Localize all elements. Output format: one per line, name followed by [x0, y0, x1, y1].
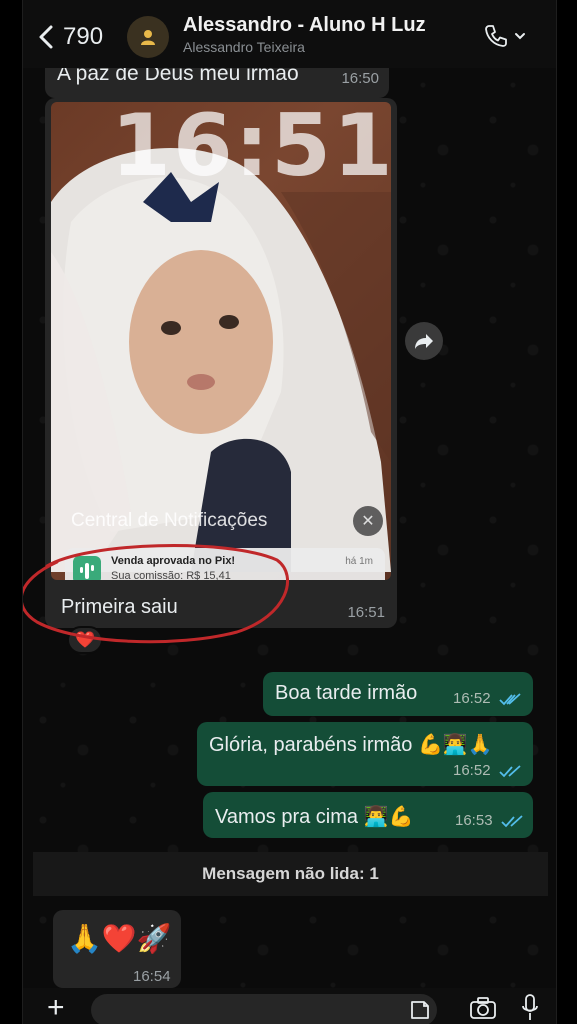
chevron-down-icon: [515, 33, 525, 40]
message-time: 16:52: [453, 762, 491, 779]
notification-time: há 1m: [345, 556, 373, 567]
outgoing-message[interactable]: Boa tarde irmão 16:52: [263, 672, 533, 716]
message-time: 16:53: [455, 812, 493, 829]
person-icon: [141, 30, 155, 45]
camera-icon[interactable]: [469, 996, 497, 1020]
emoji-message: 🙏❤️🚀: [67, 923, 172, 954]
heart-reaction[interactable]: ❤️: [67, 626, 103, 654]
notification-center-label: Central de Notificações: [71, 510, 268, 531]
close-icon: ✕: [353, 506, 383, 536]
image-message[interactable]: 16:51 Central de Notificações ✕ Venda ap…: [45, 98, 397, 628]
read-ticks-icon: [499, 765, 521, 778]
unread-divider: Mensagem não lida: 1: [33, 852, 548, 896]
image-caption: Primeira saiu: [61, 596, 178, 618]
baby-photo-illustration: [51, 148, 391, 572]
unread-label: Mensagem não lida: 1: [202, 864, 379, 883]
outgoing-message[interactable]: Glória, parabéns irmão 💪👨‍💻🙏 16:52: [197, 722, 533, 786]
forward-icon: [415, 334, 433, 349]
outgoing-message[interactable]: Vamos pra cima 👨‍💻💪 16:53: [203, 792, 533, 838]
contact-info[interactable]: Alessandro - Aluno H Luz Alessandro Teix…: [183, 14, 426, 55]
message-text: Boa tarde irmão: [275, 682, 418, 704]
message-time: 16:52: [453, 690, 491, 707]
read-ticks-icon: [499, 693, 521, 706]
contact-name: Alessandro - Aluno H Luz: [183, 14, 426, 36]
call-button[interactable]: [483, 22, 543, 50]
microphone-icon[interactable]: [521, 994, 539, 1022]
plus-icon[interactable]: +: [47, 993, 75, 1023]
avatar[interactable]: [127, 16, 169, 58]
read-ticks-icon: [501, 815, 523, 828]
chevron-left-icon: [39, 25, 53, 49]
cactus-icon: [73, 556, 101, 580]
notification-card: Venda aprovada no Pix! Sua comissão: R$ …: [65, 548, 385, 580]
forward-button[interactable]: [405, 322, 443, 360]
message-time: 16:50: [341, 70, 379, 87]
notification-title: Venda aprovada no Pix!: [111, 555, 236, 567]
sticker-icon[interactable]: [409, 999, 431, 1021]
screenshot-photo[interactable]: 16:51 Central de Notificações ✕ Venda ap…: [51, 102, 391, 580]
incoming-message[interactable]: 🙏❤️🚀 16:54: [53, 910, 181, 988]
phone-icon: [485, 25, 507, 47]
contact-subtitle: Alessandro Teixeira: [183, 39, 305, 55]
back-button[interactable]: 790: [37, 20, 127, 54]
lockscreen-clock: 16:51: [111, 102, 391, 196]
message-text: Glória, parabéns irmão 💪👨‍💻🙏: [209, 734, 493, 756]
message-input[interactable]: [91, 994, 437, 1024]
message-time: 16:51: [347, 604, 385, 621]
chat-frame: 790 Alessandro - Aluno H Luz Alessandro …: [22, 0, 557, 1024]
notification-body: Sua comissão: R$ 15,41: [111, 570, 231, 580]
message-time: 16:54: [133, 968, 171, 985]
message-text: Vamos pra cima 👨‍💻💪: [215, 806, 414, 828]
chat-header: 790 Alessandro - Aluno H Luz Alessandro …: [23, 0, 556, 68]
unread-chats-count: 790: [63, 23, 104, 50]
message-composer: +: [23, 988, 556, 1024]
